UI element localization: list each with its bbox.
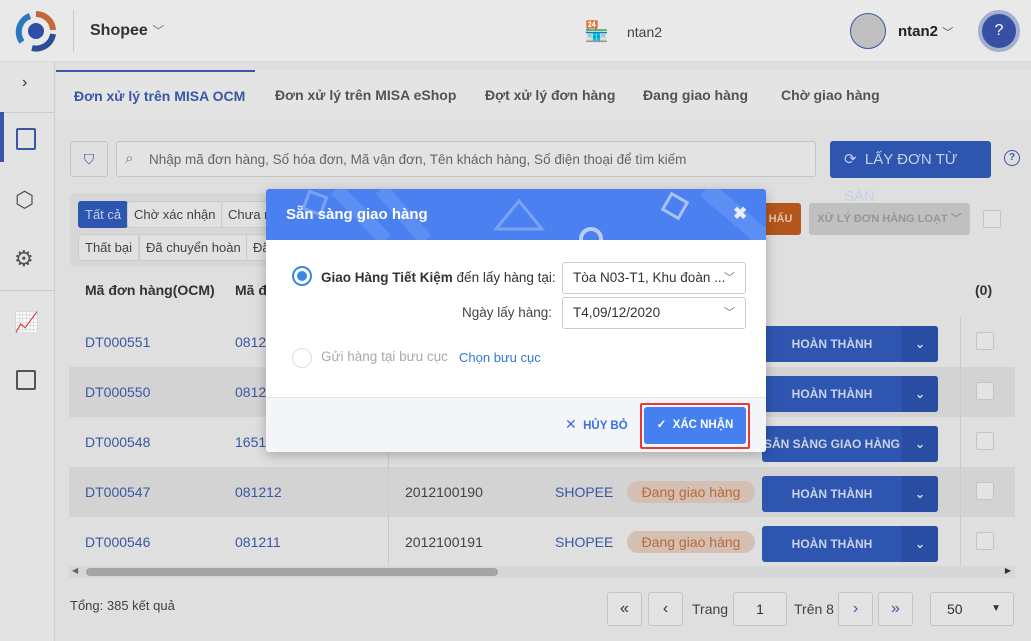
- check-icon: ✓: [656, 419, 667, 431]
- carrier-name: Giao Hàng Tiết Kiệm: [321, 270, 453, 285]
- pickup-date-select[interactable]: T4,09/12/2020 ﹀: [562, 297, 746, 329]
- chevron-down-icon: ﹀: [724, 307, 735, 319]
- pickup-address-select[interactable]: Tòa N03-T1, Khu đoàn ... ﹀: [562, 262, 746, 294]
- confirm-label: XÁC NHẬN: [672, 419, 734, 431]
- pickup-date-value: T4,09/12/2020: [573, 305, 661, 320]
- pickup-address-value: Tòa N03-T1, Khu đoàn ...: [573, 270, 726, 285]
- carrier-pickup-radio[interactable]: [292, 266, 312, 286]
- pickup-date-label: Ngày lấy hàng:: [462, 305, 553, 320]
- confirm-button[interactable]: ✓ XÁC NHẬN: [644, 407, 746, 444]
- close-icon[interactable]: ✖: [733, 204, 747, 224]
- close-icon: ✕: [565, 416, 577, 432]
- dialog-title: Sẵn sàng giao hàng: [286, 206, 428, 223]
- dialog-footer: ✕ HỦY BỎ ✓ XÁC NHẬN: [266, 397, 766, 452]
- post-office-label: Gửi hàng tại bưu cục: [321, 349, 448, 364]
- post-office-radio[interactable]: [292, 348, 312, 368]
- ready-to-ship-dialog: Sẵn sàng giao hàng ✖ Giao Hàng Tiết Kiệm…: [266, 189, 766, 452]
- chevron-down-icon: ﹀: [724, 272, 735, 284]
- carrier-pickup-label: Giao Hàng Tiết Kiệm đến lấy hàng tại:: [321, 270, 556, 285]
- carrier-suffix: đến lấy hàng tại:: [456, 270, 556, 285]
- cancel-label: HỦY BỎ: [583, 420, 628, 432]
- choose-post-office-link[interactable]: Chọn bưu cục: [459, 350, 541, 365]
- dialog-header: Sẵn sàng giao hàng ✖: [266, 189, 766, 240]
- cancel-button[interactable]: ✕ HỦY BỎ: [565, 416, 628, 433]
